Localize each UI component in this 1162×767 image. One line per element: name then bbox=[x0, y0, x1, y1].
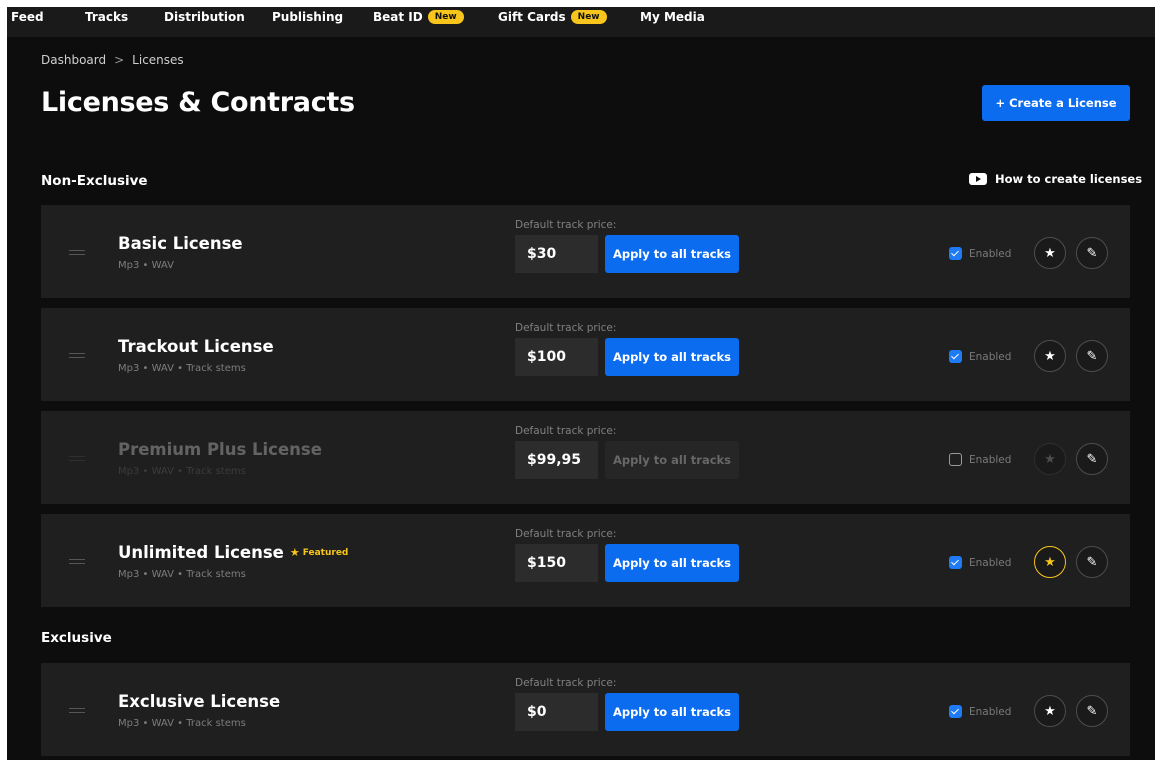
featured-badge: ★ Featured bbox=[290, 546, 349, 559]
page-title: Licenses & Contracts bbox=[41, 87, 355, 118]
drag-handle-icon[interactable] bbox=[69, 250, 85, 255]
license-name: Premium Plus License bbox=[118, 440, 322, 459]
pencil-icon[interactable]: ✎ bbox=[1076, 340, 1108, 372]
enabled-toggle[interactable]: Enabled bbox=[949, 453, 1011, 466]
checkbox-checked-icon[interactable] bbox=[949, 247, 962, 260]
star-icon[interactable]: ★ bbox=[1034, 237, 1066, 269]
enabled-toggle[interactable]: Enabled bbox=[949, 556, 1011, 569]
license-name-text: Basic License bbox=[118, 234, 243, 253]
apply-to-all-button[interactable]: Apply to all tracks bbox=[605, 235, 739, 273]
checkbox-unchecked-icon[interactable] bbox=[949, 453, 962, 466]
enabled-toggle[interactable]: Enabled bbox=[949, 247, 1011, 260]
price-label: Default track price: bbox=[515, 528, 617, 540]
license-name-text: Premium Plus License bbox=[118, 440, 322, 459]
license-row-unlimited: Unlimited License ★ Featured Mp3 • WAV • … bbox=[41, 514, 1130, 607]
enabled-label: Enabled bbox=[969, 247, 1012, 260]
price-label: Default track price: bbox=[515, 322, 617, 334]
enabled-label: Enabled bbox=[969, 705, 1012, 718]
breadcrumb-separator: > bbox=[114, 53, 125, 67]
enabled-label: Enabled bbox=[969, 350, 1012, 363]
drag-handle-icon[interactable] bbox=[69, 708, 85, 713]
star-icon[interactable]: ★ bbox=[1034, 443, 1066, 475]
price-input[interactable]: $100 bbox=[515, 338, 598, 376]
license-files: Mp3 • WAV • Track stems bbox=[118, 718, 246, 729]
license-name-text: Exclusive License bbox=[118, 692, 281, 711]
nav-label: Gift Cards bbox=[498, 10, 566, 24]
license-name: Exclusive License bbox=[118, 692, 280, 711]
nav-publishing[interactable]: Publishing bbox=[272, 7, 343, 27]
how-to-label: How to create licenses bbox=[995, 172, 1143, 186]
drag-handle-icon[interactable] bbox=[69, 456, 85, 461]
nav-label: Publishing bbox=[272, 10, 344, 24]
license-files: Mp3 • WAV • Track stems bbox=[118, 569, 246, 580]
nav-label: Beat ID bbox=[373, 10, 423, 24]
checkbox-checked-icon[interactable] bbox=[949, 556, 962, 569]
create-license-button[interactable]: + Create a License bbox=[982, 85, 1130, 121]
drag-handle-icon[interactable] bbox=[69, 559, 85, 564]
enabled-toggle[interactable]: Enabled bbox=[949, 350, 1011, 363]
star-icon: ★ bbox=[289, 546, 300, 559]
apply-to-all-button[interactable]: Apply to all tracks bbox=[605, 441, 739, 479]
how-to-link[interactable]: How to create licenses bbox=[969, 172, 1142, 186]
top-nav: Feed Tracks Distribution Publishing Beat… bbox=[7, 7, 1155, 37]
enabled-label: Enabled bbox=[969, 453, 1012, 466]
breadcrumb-current: Licenses bbox=[132, 53, 184, 67]
apply-to-all-button[interactable]: Apply to all tracks bbox=[605, 338, 739, 376]
new-badge: New bbox=[427, 10, 464, 24]
new-badge: New bbox=[570, 10, 607, 24]
apply-to-all-button[interactable]: Apply to all tracks bbox=[605, 544, 739, 582]
pencil-icon[interactable]: ✎ bbox=[1076, 695, 1108, 727]
license-row-trackout: Trackout License Mp3 • WAV • Track stems… bbox=[41, 308, 1130, 401]
nav-my-media[interactable]: My Media bbox=[640, 7, 705, 27]
nav-tracks[interactable]: Tracks bbox=[85, 7, 128, 27]
app-frame: Feed Tracks Distribution Publishing Beat… bbox=[7, 7, 1155, 760]
pencil-icon[interactable]: ✎ bbox=[1076, 443, 1108, 475]
nav-feed[interactable]: Feed bbox=[11, 7, 44, 27]
license-files: Mp3 • WAV • Track stems bbox=[118, 466, 246, 477]
license-name-text: Unlimited License bbox=[118, 543, 284, 562]
featured-label: Featured bbox=[302, 547, 349, 558]
pencil-icon[interactable]: ✎ bbox=[1076, 546, 1108, 578]
price-input[interactable]: $30 bbox=[515, 235, 598, 273]
license-name: Basic License bbox=[118, 234, 243, 253]
star-icon[interactable]: ★ bbox=[1034, 695, 1066, 727]
license-files: Mp3 • WAV • Track stems bbox=[118, 363, 246, 374]
youtube-icon bbox=[969, 173, 987, 185]
breadcrumb-dashboard[interactable]: Dashboard bbox=[41, 53, 106, 67]
enabled-label: Enabled bbox=[969, 556, 1012, 569]
price-label: Default track price: bbox=[515, 425, 617, 437]
star-icon[interactable]: ★ bbox=[1034, 340, 1066, 372]
license-name: Trackout License bbox=[118, 337, 274, 356]
price-label: Default track price: bbox=[515, 677, 617, 689]
breadcrumb: Dashboard > Licenses bbox=[41, 53, 184, 67]
license-row-basic: Basic License Mp3 • WAV Default track pr… bbox=[41, 205, 1130, 298]
nav-label: Tracks bbox=[85, 10, 129, 24]
section-exclusive: Exclusive bbox=[41, 630, 112, 646]
nav-label: Feed bbox=[11, 10, 44, 24]
nav-label: My Media bbox=[640, 10, 705, 24]
star-icon[interactable]: ★ bbox=[1034, 546, 1066, 578]
price-input[interactable]: $0 bbox=[515, 693, 598, 731]
pencil-icon[interactable]: ✎ bbox=[1076, 237, 1108, 269]
nav-label: Distribution bbox=[164, 10, 245, 24]
price-input[interactable]: $99,95 bbox=[515, 441, 598, 479]
enabled-toggle[interactable]: Enabled bbox=[949, 705, 1011, 718]
license-name-text: Trackout License bbox=[118, 337, 274, 356]
license-name: Unlimited License ★ Featured bbox=[118, 543, 348, 562]
nav-beat-id[interactable]: Beat ID New bbox=[373, 7, 464, 27]
section-non-exclusive: Non-Exclusive bbox=[41, 173, 148, 189]
apply-to-all-button[interactable]: Apply to all tracks bbox=[605, 693, 739, 731]
license-row-premium-plus: Premium Plus License Mp3 • WAV • Track s… bbox=[41, 411, 1130, 504]
drag-handle-icon[interactable] bbox=[69, 353, 85, 358]
nav-distribution[interactable]: Distribution bbox=[164, 7, 245, 27]
price-input[interactable]: $150 bbox=[515, 544, 598, 582]
license-files: Mp3 • WAV bbox=[118, 260, 174, 271]
checkbox-checked-icon[interactable] bbox=[949, 705, 962, 718]
price-label: Default track price: bbox=[515, 219, 617, 231]
checkbox-checked-icon[interactable] bbox=[949, 350, 962, 363]
nav-gift-cards[interactable]: Gift Cards New bbox=[498, 7, 607, 27]
license-row-exclusive: Exclusive License Mp3 • WAV • Track stem… bbox=[41, 663, 1130, 756]
